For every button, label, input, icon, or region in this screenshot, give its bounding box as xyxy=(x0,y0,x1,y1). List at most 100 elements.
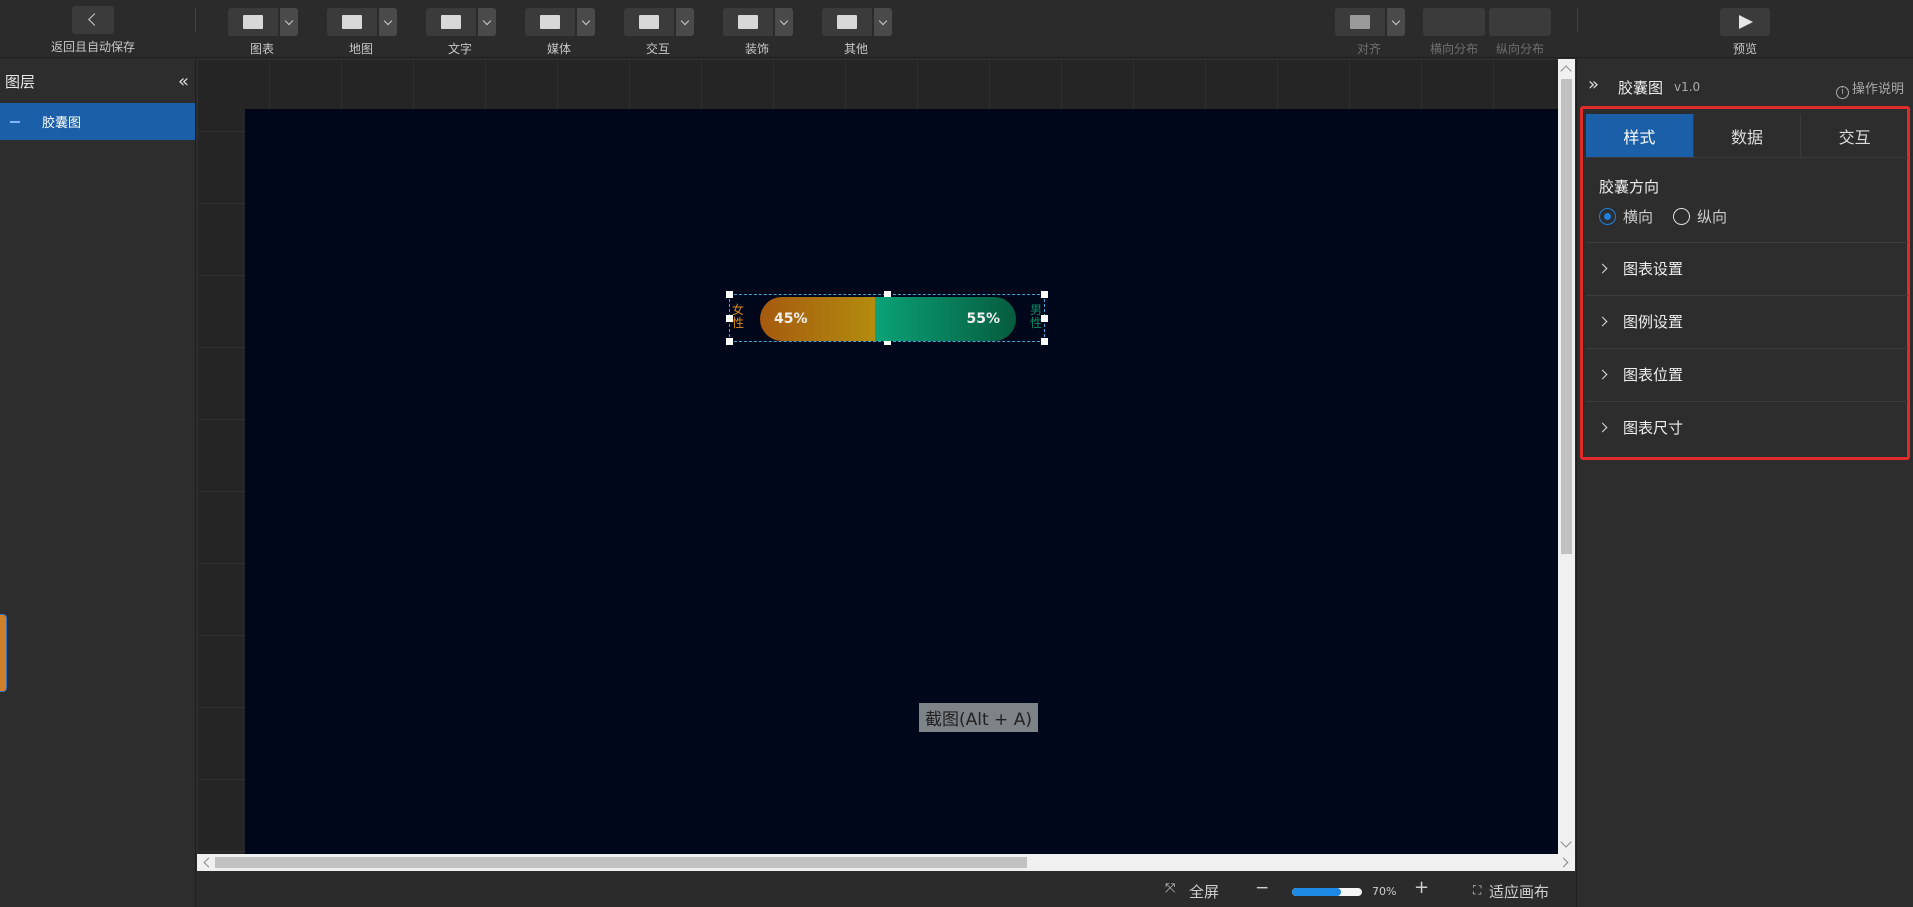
tab-interaction[interactable]: 交互 xyxy=(1801,114,1908,157)
toolbar-label: 媒体 xyxy=(546,42,571,56)
chevron-down-icon[interactable] xyxy=(478,8,496,36)
toolbar-label: 交互 xyxy=(645,42,670,56)
section-label: 图例设置 xyxy=(1623,313,1684,331)
section-chart-settings[interactable]: 图表设置 xyxy=(1586,242,1908,294)
scroll-up-icon[interactable] xyxy=(1560,65,1572,77)
layers-header: 图层 « xyxy=(0,59,195,103)
map-icon[interactable] xyxy=(327,8,377,36)
chevron-down-icon[interactable] xyxy=(280,8,298,36)
capsule-chart[interactable]: 女性 45% 55% 男性 xyxy=(726,291,1048,345)
radio-horizontal-label[interactable]: 横向 xyxy=(1623,206,1653,227)
vertical-distribute-button[interactable]: 纵向分布 xyxy=(1489,8,1551,58)
fit-canvas-button[interactable]: 适应画布 xyxy=(1489,881,1549,902)
back-save-button[interactable]: 返回且自动保存 xyxy=(38,6,148,56)
resize-handle[interactable] xyxy=(726,291,733,298)
toolbar-divider xyxy=(195,8,196,32)
toolbar-group-media[interactable]: 媒体 xyxy=(525,8,597,58)
screenshot-tooltip: 截图(Alt + A) xyxy=(919,703,1038,732)
align-left-icon[interactable] xyxy=(1335,8,1385,36)
male-segment: 55% xyxy=(875,297,1016,341)
radio-vertical-label[interactable]: 纵向 xyxy=(1697,206,1727,227)
fullscreen-button[interactable]: 全屏 xyxy=(1189,881,1219,902)
bar-chart-icon[interactable] xyxy=(228,8,278,36)
more-icon[interactable] xyxy=(822,8,872,36)
scroll-left-icon[interactable] xyxy=(203,857,214,868)
collapse-left-icon[interactable]: « xyxy=(178,71,189,92)
back-arrow-icon[interactable] xyxy=(72,6,114,34)
toolbar-group-other[interactable]: 其他 xyxy=(822,8,894,58)
scroll-thumb[interactable] xyxy=(215,857,1027,868)
section-chart-position[interactable]: 图表位置 xyxy=(1586,348,1908,400)
section-label: 图表尺寸 xyxy=(1623,419,1684,437)
toolbar-group-text[interactable]: 文字 xyxy=(426,8,498,58)
help-link[interactable]: i 操作说明 xyxy=(1835,78,1904,99)
scroll-thumb[interactable] xyxy=(1561,79,1572,554)
hdist-label: 横向分布 xyxy=(1429,42,1478,56)
play-icon[interactable] xyxy=(1720,8,1770,36)
drag-handle[interactable] xyxy=(0,614,7,692)
toolbar-group-chart[interactable]: 图表 xyxy=(228,8,300,58)
zoom-slider[interactable] xyxy=(1292,888,1362,896)
zoom-in-button[interactable]: + xyxy=(1414,877,1429,898)
fullscreen-icon[interactable]: ⤧ xyxy=(1165,881,1175,896)
media-icon[interactable] xyxy=(525,8,575,36)
scroll-down-icon[interactable] xyxy=(1560,836,1572,848)
radio-vertical[interactable] xyxy=(1673,208,1691,225)
chevron-down-icon[interactable] xyxy=(874,8,892,36)
chevron-down-icon[interactable] xyxy=(775,8,793,36)
resize-handle[interactable] xyxy=(726,338,733,345)
chevron-right-icon xyxy=(1597,316,1608,327)
preview-button[interactable]: 预览 xyxy=(1720,8,1770,57)
settings-highlight-box: 样式 数据 交互 胶囊方向 横向 纵向 图表设置 图例设置 图表位置 图表尺寸 xyxy=(1580,106,1910,460)
component-title: 胶囊图 xyxy=(1618,79,1664,97)
chevron-down-icon[interactable] xyxy=(379,8,397,36)
section-chart-size[interactable]: 图表尺寸 xyxy=(1586,401,1908,453)
chevron-right-icon xyxy=(1597,263,1608,274)
properties-panel: » 胶囊图 v1.0 i 操作说明 样式 数据 交互 胶囊方向 横向 纵向 图表设… xyxy=(1576,59,1913,907)
female-pct: 45% xyxy=(774,311,808,327)
tab-data[interactable]: 数据 xyxy=(1694,114,1802,157)
interaction-icon[interactable] xyxy=(624,8,674,36)
resize-handle[interactable] xyxy=(1041,338,1048,345)
align-button[interactable]: 对齐 xyxy=(1335,8,1407,58)
text-icon[interactable] xyxy=(426,8,476,36)
bottom-bar: ⤧ 全屏 − 70% + ⛶ 适应画布 xyxy=(197,871,1575,907)
chevron-down-icon[interactable] xyxy=(676,8,694,36)
horizontal-scrollbar[interactable] xyxy=(197,854,1575,871)
stage-canvas[interactable] xyxy=(245,109,1558,854)
chevron-down-icon[interactable] xyxy=(1387,8,1405,36)
vertical-scrollbar[interactable] xyxy=(1558,59,1575,854)
zoom-value: 70% xyxy=(1372,885,1397,898)
info-icon: i xyxy=(1835,86,1849,99)
direction-title: 胶囊方向 xyxy=(1599,178,1660,196)
toolbar-group-decoration[interactable]: 装饰 xyxy=(723,8,795,58)
resize-handle[interactable] xyxy=(1041,291,1048,298)
component-version: v1.0 xyxy=(1674,80,1701,94)
app-root: 返回且自动保存 图表 地图 文字 媒体 交互 装饰 其他 对齐 横向分布 纵向分… xyxy=(0,0,1913,907)
radio-horizontal[interactable] xyxy=(1599,208,1616,225)
layers-title: 图层 xyxy=(5,72,36,91)
toolbar-group-interaction[interactable]: 交互 xyxy=(624,8,696,58)
canvas-area[interactable]: 女性 45% 55% 男性 截图(Alt + A) xyxy=(197,59,1558,854)
scroll-right-icon[interactable] xyxy=(1558,857,1569,868)
section-legend-settings[interactable]: 图例设置 xyxy=(1586,295,1908,347)
decoration-icon[interactable] xyxy=(723,8,773,36)
fit-canvas-icon[interactable]: ⛶ xyxy=(1473,883,1481,898)
section-label: 图表设置 xyxy=(1623,260,1684,278)
layer-item-capsule[interactable]: 胶囊图 xyxy=(0,103,195,140)
distribute-horizontal-icon[interactable] xyxy=(1423,8,1485,36)
zoom-out-button[interactable]: − xyxy=(1255,878,1269,898)
chevron-down-icon[interactable] xyxy=(577,8,595,36)
properties-header: » 胶囊图 v1.0 i 操作说明 xyxy=(1576,59,1913,112)
layer-dash-icon xyxy=(10,120,20,123)
expand-right-icon[interactable]: » xyxy=(1588,74,1599,95)
toolbar-group-map[interactable]: 地图 xyxy=(327,8,399,58)
tab-style[interactable]: 样式 xyxy=(1586,114,1694,157)
help-label: 操作说明 xyxy=(1851,82,1904,97)
distribute-vertical-icon[interactable] xyxy=(1489,8,1551,36)
toolbar-label: 图表 xyxy=(249,42,274,56)
panel-divider xyxy=(1576,59,1577,907)
horizontal-distribute-button[interactable]: 横向分布 xyxy=(1423,8,1485,58)
back-save-label: 返回且自动保存 xyxy=(50,40,135,54)
capsule-bar: 45% 55% xyxy=(760,297,1016,341)
